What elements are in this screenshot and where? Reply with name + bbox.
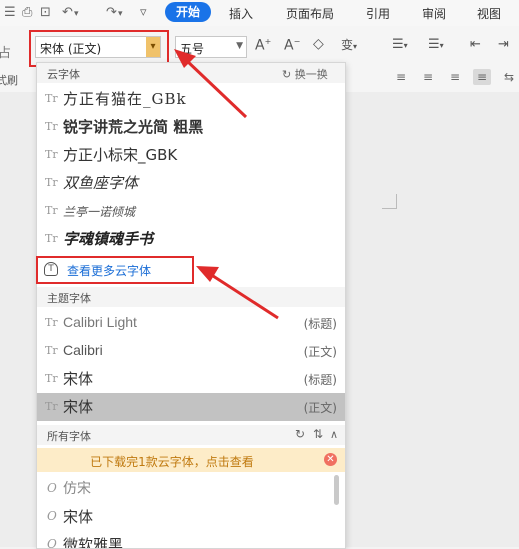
grow-font-icon[interactable]: A+	[255, 37, 271, 54]
opentype-icon: O	[47, 537, 57, 549]
undo-icon[interactable]: ↶	[62, 5, 73, 20]
tab-home[interactable]: 开始	[165, 2, 211, 22]
close-icon[interactable]: ✕	[324, 453, 337, 466]
font-name: 双鱼座字体	[63, 174, 139, 192]
font-dropdown-panel: 云字体 ↻ 换一换 Tr 方正有猫在_GBk Tr 锐字讲荒之光简 粗黑 Tr …	[36, 62, 346, 549]
tab-references[interactable]: 引用	[366, 5, 390, 22]
truetype-icon: Tr	[45, 176, 58, 189]
font-name: Calibri	[63, 342, 103, 358]
numbered-list-icon[interactable]: ☰▾	[428, 37, 444, 52]
bullet-list-icon[interactable]: ☰▾	[392, 37, 408, 52]
section-title: 主题字体	[47, 292, 91, 305]
font-name: 方正有猫在_GBk	[63, 90, 187, 108]
section-title: 所有字体	[47, 430, 91, 443]
tab-review[interactable]: 审阅	[422, 5, 446, 22]
cloud-font-item[interactable]: Tr 兰亭一诺倾城	[37, 197, 345, 225]
cloud-font-item[interactable]: Tr 双鱼座字体	[37, 169, 345, 197]
print-preview-icon[interactable]: ⊡	[40, 5, 51, 20]
paste-fragment[interactable]: 占	[0, 42, 11, 61]
truetype-icon: Tr	[45, 148, 58, 161]
font-list-item[interactable]: O 宋体	[37, 503, 345, 531]
font-name: 宋体	[63, 508, 94, 526]
font-list-scrollbar[interactable]	[334, 475, 339, 505]
customize-quick-access-icon[interactable]: ▿	[140, 5, 147, 20]
font-name: 仿宋	[63, 481, 91, 497]
truetype-icon: Tr	[45, 92, 58, 105]
opentype-icon: O	[47, 481, 57, 495]
font-name: 锐字讲荒之光简 粗黑	[63, 118, 204, 136]
redo-dropdown-icon[interactable]: ▾	[118, 9, 123, 19]
align-left-icon[interactable]: ≡	[392, 69, 410, 85]
font-role-tag: (标题)	[303, 317, 337, 331]
sort-icon[interactable]: ⇅	[313, 427, 323, 441]
font-role-tag: (正文)	[303, 401, 337, 415]
section-title: 云字体	[47, 68, 80, 81]
tab-page-layout[interactable]: 页面布局	[286, 5, 334, 22]
clear-format-icon[interactable]: ◇	[313, 36, 324, 52]
print-icon[interactable]: ⎙	[22, 5, 32, 20]
paste-icon[interactable]: ☰	[4, 5, 16, 20]
phonetic-guide-icon[interactable]: 变▾	[341, 36, 357, 53]
shrink-font-icon[interactable]: A−	[284, 37, 300, 54]
cloud-fonts-header: 云字体 ↻ 换一换	[37, 63, 345, 83]
format-painter-label[interactable]: 式刷	[0, 72, 18, 88]
tab-view[interactable]: 视图	[477, 5, 501, 22]
cloud-font-item[interactable]: Tr 方正有猫在_GBk	[37, 85, 345, 113]
theme-font-item-selected[interactable]: Tr 宋体 (正文)	[37, 393, 345, 421]
page-margin-marker	[382, 194, 397, 209]
distributed-icon[interactable]: ⇆	[500, 69, 518, 85]
opentype-icon: O	[47, 509, 57, 523]
highlight-view-more	[36, 256, 194, 284]
align-center-icon[interactable]: ≡	[419, 69, 437, 85]
undo-dropdown-icon[interactable]: ▾	[74, 9, 79, 19]
redo-icon[interactable]: ↷	[106, 5, 117, 20]
font-size-combo[interactable]: 五号 ▼	[175, 36, 247, 58]
font-name: 兰亭一诺倾城	[63, 205, 136, 219]
truetype-icon: Tr	[45, 344, 58, 357]
theme-font-item[interactable]: Tr Calibri Light (标题)	[37, 309, 345, 337]
font-list-item[interactable]: O 仿宋	[37, 475, 345, 503]
font-role-tag: (正文)	[303, 345, 337, 359]
justify-icon[interactable]: ≡	[473, 69, 491, 85]
font-name: 宋体	[63, 370, 94, 388]
truetype-icon: Tr	[45, 316, 58, 329]
font-name: 字魂镇魂手书	[63, 230, 154, 248]
increase-indent-icon[interactable]: ⇥	[498, 37, 509, 52]
cloud-font-item[interactable]: Tr 字魂镇魂手书	[37, 225, 345, 253]
font-role-tag: (标题)	[303, 373, 337, 387]
theme-font-item[interactable]: Tr 宋体 (标题)	[37, 365, 345, 393]
tab-insert[interactable]: 插入	[229, 5, 253, 22]
refresh-label: 换一换	[294, 68, 328, 81]
cloud-font-item[interactable]: Tr 锐字讲荒之光简 粗黑	[37, 113, 345, 141]
cloud-font-item[interactable]: Tr 方正小标宋_GBK	[37, 141, 345, 169]
truetype-icon: Tr	[45, 204, 58, 217]
theme-fonts-header: 主题字体	[37, 287, 345, 307]
font-name: 宋体	[63, 398, 94, 416]
refresh-cloud-button[interactable]: ↻ 换一换	[282, 66, 328, 82]
truetype-icon: Tr	[45, 400, 58, 413]
align-right-icon[interactable]: ≡	[446, 69, 464, 85]
font-name: 方正小标宋_GBK	[63, 146, 178, 164]
all-fonts-header: 所有字体 ↻ ⇅ ∧	[37, 425, 345, 445]
notice-text: 已下载完1款云字体，点击查看	[90, 455, 254, 469]
truetype-icon: Tr	[45, 372, 58, 385]
font-name: Calibri Light	[63, 314, 137, 330]
font-size-value: 五号	[180, 42, 205, 56]
truetype-icon: Tr	[45, 120, 58, 133]
download-notice-bar[interactable]: 已下载完1款云字体，点击查看 ✕	[37, 448, 345, 472]
collapse-chevron-icon[interactable]: ∧	[330, 428, 338, 441]
decrease-indent-icon[interactable]: ⇤	[470, 37, 481, 52]
refresh-icon[interactable]: ↻	[295, 427, 305, 441]
font-list-item[interactable]: O 微软雅黑	[37, 531, 345, 549]
size-dropdown-chevron-icon[interactable]: ▼	[236, 41, 243, 51]
truetype-icon: Tr	[45, 232, 58, 245]
theme-font-item[interactable]: Tr Calibri (正文)	[37, 337, 345, 365]
menu-bar: ☰ ⎙ ⊡ ↶ ▾ ↷ ▾ ▿ 开始 插入 页面布局 引用 审阅 视图	[0, 0, 519, 26]
